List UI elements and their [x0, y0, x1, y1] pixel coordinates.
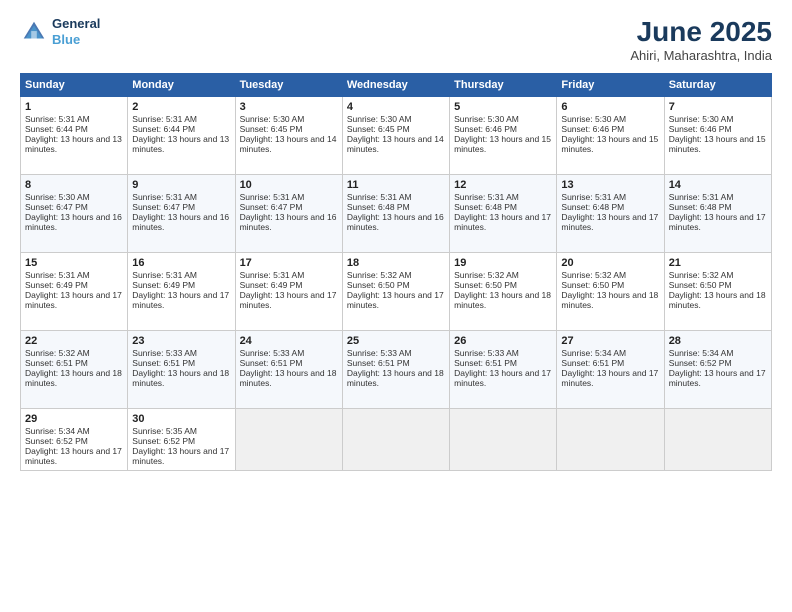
day-cell-7: 7 Sunrise: 5:30 AMSunset: 6:46 PMDayligh…: [664, 97, 771, 175]
day-cell-8: 8 Sunrise: 5:30 AMSunset: 6:47 PMDayligh…: [21, 175, 128, 253]
day-cell-10: 10 Sunrise: 5:31 AMSunset: 6:47 PMDaylig…: [235, 175, 342, 253]
day-cell-21: 21 Sunrise: 5:32 AMSunset: 6:50 PMDaylig…: [664, 253, 771, 331]
logo-icon: [20, 18, 48, 46]
header-tuesday: Tuesday: [235, 74, 342, 97]
header-monday: Monday: [128, 74, 235, 97]
day-cell-9: 9 Sunrise: 5:31 AMSunset: 6:47 PMDayligh…: [128, 175, 235, 253]
header-saturday: Saturday: [664, 74, 771, 97]
title-block: June 2025 Ahiri, Maharashtra, India: [630, 16, 772, 63]
week-row-2: 8 Sunrise: 5:30 AMSunset: 6:47 PMDayligh…: [21, 175, 772, 253]
day-cell-26: 26 Sunrise: 5:33 AMSunset: 6:51 PMDaylig…: [450, 331, 557, 409]
day-cell-19: 19 Sunrise: 5:32 AMSunset: 6:50 PMDaylig…: [450, 253, 557, 331]
day-cell-11: 11 Sunrise: 5:31 AMSunset: 6:48 PMDaylig…: [342, 175, 449, 253]
day-cell-12: 12 Sunrise: 5:31 AMSunset: 6:48 PMDaylig…: [450, 175, 557, 253]
day-cell-empty-3: [450, 409, 557, 471]
header: General Blue June 2025 Ahiri, Maharashtr…: [20, 16, 772, 63]
day-cell-29: 29 Sunrise: 5:34 AMSunset: 6:52 PMDaylig…: [21, 409, 128, 471]
day-cell-3: 3 Sunrise: 5:30 AMSunset: 6:45 PMDayligh…: [235, 97, 342, 175]
day-cell-4: 4 Sunrise: 5:30 AMSunset: 6:45 PMDayligh…: [342, 97, 449, 175]
calendar-table: Sunday Monday Tuesday Wednesday Thursday…: [20, 73, 772, 471]
header-sunday: Sunday: [21, 74, 128, 97]
week-row-4: 22 Sunrise: 5:32 AMSunset: 6:51 PMDaylig…: [21, 331, 772, 409]
day-cell-16: 16 Sunrise: 5:31 AMSunset: 6:49 PMDaylig…: [128, 253, 235, 331]
day-cell-30: 30 Sunrise: 5:35 AMSunset: 6:52 PMDaylig…: [128, 409, 235, 471]
day-cell-27: 27 Sunrise: 5:34 AMSunset: 6:51 PMDaylig…: [557, 331, 664, 409]
month-title: June 2025: [630, 16, 772, 48]
day-cell-empty-5: [664, 409, 771, 471]
header-wednesday: Wednesday: [342, 74, 449, 97]
week-row-1: 1 Sunrise: 5:31 AMSunset: 6:44 PMDayligh…: [21, 97, 772, 175]
day-cell-6: 6 Sunrise: 5:30 AMSunset: 6:46 PMDayligh…: [557, 97, 664, 175]
day-cell-18: 18 Sunrise: 5:32 AMSunset: 6:50 PMDaylig…: [342, 253, 449, 331]
day-cell-empty-2: [342, 409, 449, 471]
day-cell-28: 28 Sunrise: 5:34 AMSunset: 6:52 PMDaylig…: [664, 331, 771, 409]
day-cell-14: 14 Sunrise: 5:31 AMSunset: 6:48 PMDaylig…: [664, 175, 771, 253]
weekday-header-row: Sunday Monday Tuesday Wednesday Thursday…: [21, 74, 772, 97]
day-cell-15: 15 Sunrise: 5:31 AMSunset: 6:49 PMDaylig…: [21, 253, 128, 331]
header-friday: Friday: [557, 74, 664, 97]
day-cell-empty-4: [557, 409, 664, 471]
day-cell-13: 13 Sunrise: 5:31 AMSunset: 6:48 PMDaylig…: [557, 175, 664, 253]
day-cell-22: 22 Sunrise: 5:32 AMSunset: 6:51 PMDaylig…: [21, 331, 128, 409]
day-cell-2: 2 Sunrise: 5:31 AMSunset: 6:44 PMDayligh…: [128, 97, 235, 175]
day-cell-24: 24 Sunrise: 5:33 AMSunset: 6:51 PMDaylig…: [235, 331, 342, 409]
logo: General Blue: [20, 16, 100, 47]
day-cell-17: 17 Sunrise: 5:31 AMSunset: 6:49 PMDaylig…: [235, 253, 342, 331]
day-cell-23: 23 Sunrise: 5:33 AMSunset: 6:51 PMDaylig…: [128, 331, 235, 409]
day-cell-1: 1 Sunrise: 5:31 AMSunset: 6:44 PMDayligh…: [21, 97, 128, 175]
page: General Blue June 2025 Ahiri, Maharashtr…: [0, 0, 792, 612]
day-cell-25: 25 Sunrise: 5:33 AMSunset: 6:51 PMDaylig…: [342, 331, 449, 409]
week-row-5: 29 Sunrise: 5:34 AMSunset: 6:52 PMDaylig…: [21, 409, 772, 471]
logo-text: General Blue: [52, 16, 100, 47]
header-thursday: Thursday: [450, 74, 557, 97]
day-cell-empty-1: [235, 409, 342, 471]
location: Ahiri, Maharashtra, India: [630, 48, 772, 63]
day-cell-5: 5 Sunrise: 5:30 AMSunset: 6:46 PMDayligh…: [450, 97, 557, 175]
week-row-3: 15 Sunrise: 5:31 AMSunset: 6:49 PMDaylig…: [21, 253, 772, 331]
day-cell-20: 20 Sunrise: 5:32 AMSunset: 6:50 PMDaylig…: [557, 253, 664, 331]
